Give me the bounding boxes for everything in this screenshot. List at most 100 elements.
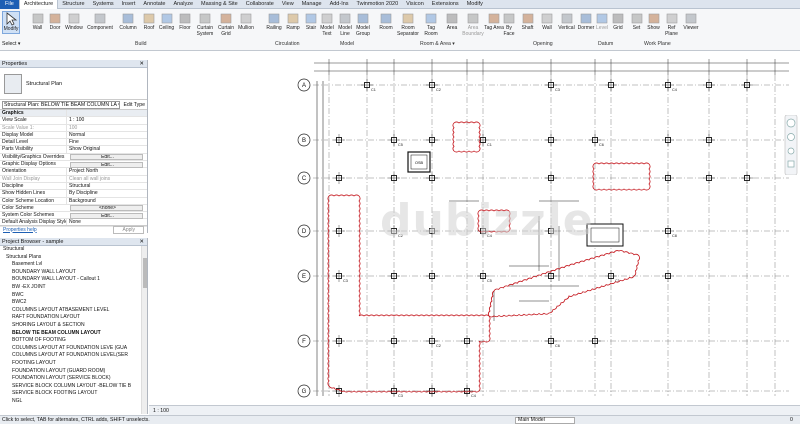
level-button[interactable]: Level — [594, 11, 610, 32]
browser-scrollbar[interactable] — [141, 246, 147, 414]
property-row[interactable]: Visibility/Graphics Overrides Edit... — [0, 154, 147, 162]
property-row[interactable]: Scale Value 1: 100 — [0, 124, 147, 132]
property-value[interactable]: Edit... — [70, 212, 143, 219]
tab-insert[interactable]: Insert — [118, 0, 140, 9]
tab-systems[interactable]: Systems — [89, 0, 118, 9]
property-row[interactable]: Detail Level Fine — [0, 139, 147, 147]
navigation-bar[interactable] — [784, 114, 798, 176]
set-button[interactable]: Set — [628, 11, 645, 32]
tree-item[interactable]: NGL — [0, 398, 147, 406]
tree-item[interactable]: SHORING LAYOUT & SECTION — [0, 322, 147, 330]
ramp-button[interactable]: Ramp — [284, 11, 302, 32]
model-text-button[interactable]: Model Text — [318, 11, 336, 37]
wall-button[interactable]: Wall — [537, 11, 557, 32]
tab-file[interactable]: File — [0, 0, 19, 9]
property-row[interactable]: Parts Visibility Show Original — [0, 146, 147, 154]
area-button[interactable]: Area — [442, 11, 462, 32]
tab-manage[interactable]: Manage — [298, 0, 326, 9]
property-row[interactable]: View Scale 1 : 100 — [0, 117, 147, 125]
vertical-button[interactable]: Vertical — [557, 11, 576, 32]
property-row[interactable]: Wall Join Display Clean all wall joins — [0, 175, 147, 183]
model-group-button[interactable]: Model Group — [354, 11, 372, 37]
dormer-button[interactable]: Dormer — [576, 11, 596, 32]
apply-button[interactable]: Apply — [113, 225, 144, 234]
tree-item[interactable]: BW -EX JOINT — [0, 284, 147, 292]
tab-structure[interactable]: Structure — [58, 0, 88, 9]
tab-analyze[interactable]: Analyze — [169, 0, 197, 9]
properties-help-link[interactable]: Properties help — [3, 227, 37, 233]
tree-item[interactable]: BWC — [0, 292, 147, 300]
tree-item[interactable]: BWC2 — [0, 299, 147, 307]
property-value[interactable]: <none> — [70, 205, 143, 212]
tree-item[interactable]: FOUNDATION LAYOUT (GUARD ROOM) — [0, 368, 147, 376]
tree-item[interactable]: BOTTOM OF FOOTING — [0, 337, 147, 345]
tag-room-button[interactable]: Tag Room — [420, 11, 442, 37]
property-row[interactable]: Display Model Normal — [0, 131, 147, 140]
tab-view[interactable]: View — [278, 0, 298, 9]
close-icon[interactable]: ✕ — [139, 60, 144, 68]
tab-architecture[interactable]: Architecture — [18, 0, 59, 9]
tree-item[interactable]: Structural Plans — [0, 254, 147, 262]
tab-massing-site[interactable]: Massing & Site — [197, 0, 242, 9]
column-button[interactable]: Column — [115, 11, 141, 32]
tree-item[interactable]: Structural — [0, 246, 147, 254]
floor-button[interactable]: Floor — [176, 11, 194, 32]
edit-type-button[interactable]: Edit Type — [123, 102, 145, 108]
close-icon[interactable]: ✕ — [139, 238, 144, 246]
modify-button[interactable]: Modify — [2, 11, 20, 34]
window-button[interactable]: Window — [63, 11, 85, 32]
property-row[interactable]: Discipline Structural — [0, 182, 147, 191]
tree-item[interactable]: COLUMNS LAYOUT AT FOUNDATION LEVEL(SER — [0, 352, 147, 360]
tree-item[interactable]: BOUNDARY WALL LAYOUT — [0, 269, 147, 277]
tree-item[interactable]: COLUMNS LAYOUT ATBASEMENT LEVEL — [0, 307, 147, 315]
door-button[interactable]: Door — [47, 11, 63, 32]
tree-item[interactable]: BELOW TIE BEAM COLUMN LAYOUT — [0, 330, 147, 338]
select-dropdown[interactable]: Select ▾ — [2, 41, 20, 47]
tree-item[interactable]: SERVICE BLOCK FOOTING LAYOUT — [0, 390, 147, 398]
grid-button[interactable]: Grid — [610, 11, 626, 32]
tab-collaborate[interactable]: Collaborate — [242, 0, 278, 9]
tab-annotate[interactable]: Annotate — [139, 0, 169, 9]
area-boundary-button[interactable]: Area Boundary — [462, 11, 484, 37]
property-value[interactable]: Edit... — [70, 154, 143, 161]
tree-item[interactable]: FOOTING LAYOUT — [0, 360, 147, 368]
railing-button[interactable]: Railing — [264, 11, 284, 32]
room-button[interactable]: Room — [376, 11, 396, 32]
tab-visicon[interactable]: Visicon — [402, 0, 428, 9]
roof-button[interactable]: Roof — [141, 11, 157, 32]
curtain-grid-button[interactable]: Curtain Grid — [216, 11, 236, 37]
tab-add-ins[interactable]: Add-Ins — [326, 0, 353, 9]
property-row[interactable]: System Color Schemes Edit... — [0, 212, 147, 220]
view-scale[interactable]: 1 : 100 — [153, 408, 169, 414]
by-face-button[interactable]: By Face — [500, 11, 518, 37]
tree-item[interactable]: FOUNDATION LAYOUT (SERVICE BLOCK) — [0, 375, 147, 383]
property-row[interactable]: Graphic Display Options Edit... — [0, 161, 147, 169]
property-value[interactable]: Edit... — [70, 161, 143, 168]
tree-item[interactable]: Basement Lvl — [0, 261, 147, 269]
curtain-system-button[interactable]: Curtain System — [194, 11, 216, 37]
tab-twinmotion-2020[interactable]: Twinmotion 2020 — [353, 0, 403, 9]
show-button[interactable]: Show — [645, 11, 662, 32]
property-row[interactable]: Color Scheme <none> — [0, 205, 147, 213]
instance-selector[interactable]: Structural Plan: BELOW TIE BEAM COLUMN L… — [2, 100, 121, 109]
active-model-selector[interactable]: Main Model — [515, 417, 575, 424]
wall-button[interactable]: Wall — [28, 11, 47, 32]
mullion-button[interactable]: Mullion — [236, 11, 256, 32]
tree-item[interactable]: SERVICE BLOCK COLUMN LAYOUT -BELOW TIE B — [0, 383, 147, 391]
room-separator-button[interactable]: Room Separator — [396, 11, 420, 37]
ceiling-button[interactable]: Ceiling — [157, 11, 176, 32]
shaft-button[interactable]: Shaft — [518, 11, 537, 32]
tree-item[interactable]: BOUNDARY WALL LAYOUT - Callout 1 — [0, 276, 147, 284]
tree-item[interactable]: RAFT FOUNDATION LAYOUT — [0, 314, 147, 322]
property-row[interactable]: Color Scheme Location Background — [0, 197, 147, 205]
viewer-button[interactable]: Viewer — [681, 11, 701, 32]
model-line-button[interactable]: Model Line — [336, 11, 354, 37]
tab-extensions[interactable]: Extensions — [428, 0, 463, 9]
ref-plane-button[interactable]: Ref Plane — [662, 11, 681, 37]
component-button[interactable]: Component — [85, 11, 115, 32]
property-row[interactable]: Show Hidden Lines By Discipline — [0, 190, 147, 198]
type-selector[interactable]: Structural Plan — [0, 68, 147, 100]
tree-item[interactable]: COLUMNS LAYOUT AT FOUNDATION LEVE (GUA — [0, 345, 147, 353]
property-row[interactable]: Orientation Project North — [0, 168, 147, 176]
tab-modify[interactable]: Modify — [463, 0, 487, 9]
